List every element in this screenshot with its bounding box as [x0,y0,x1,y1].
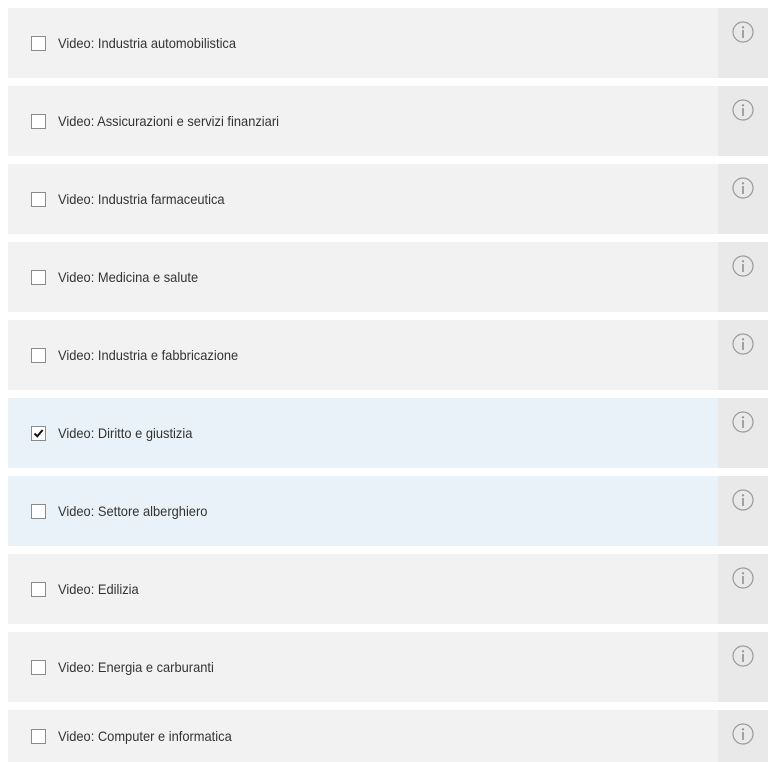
list-item-main: Video: Computer e informatica [8,710,718,762]
check-icon [33,428,44,438]
list-item-label: Video: Computer e informatica [58,728,232,744]
info-icon[interactable] [731,410,755,434]
list-item[interactable]: Video: Settore alberghiero [8,476,768,546]
list-item-main: Video: Medicina e salute [8,242,718,312]
list-item[interactable]: Video: Medicina e salute [8,242,768,312]
list-item-main: Video: Industria automobilistica [8,8,718,78]
list-item-label: Video: Industria farmaceutica [58,191,225,207]
list-item[interactable]: Video: Industria automobilistica [8,8,768,78]
checkbox[interactable] [31,191,46,207]
info-panel [718,632,768,702]
info-icon[interactable] [731,254,755,278]
checkbox[interactable] [31,728,46,744]
list-item-label: Video: Diritto e giustizia [58,425,193,441]
info-panel [718,86,768,156]
list-item-label: Video: Medicina e salute [58,269,199,285]
list-item-main: Video: Energia e carburanti [8,632,718,702]
list-item-label: Video: Edilizia [58,581,139,597]
info-panel [718,242,768,312]
list-item-main: Video: Diritto e giustizia [8,398,718,468]
list-item-label: Video: Industria e fabbricazione [58,347,239,363]
list-item-main: Video: Industria e fabbricazione [8,320,718,390]
list-item-label: Video: Assicurazioni e servizi finanziar… [58,113,279,129]
info-icon[interactable] [731,20,755,44]
info-icon[interactable] [731,722,755,746]
info-icon[interactable] [731,176,755,200]
info-panel [718,476,768,546]
checkbox[interactable] [31,113,46,129]
list-item[interactable]: Video: Assicurazioni e servizi finanziar… [8,86,768,156]
info-panel [718,554,768,624]
checkbox[interactable] [31,35,46,51]
checkbox[interactable] [31,503,46,519]
info-icon[interactable] [731,488,755,512]
info-panel [718,8,768,78]
list-item-label: Video: Energia e carburanti [58,659,214,675]
info-panel [718,320,768,390]
list-item[interactable]: Video: Diritto e giustizia [8,398,768,468]
list-item-main: Video: Industria farmaceutica [8,164,718,234]
list-item-main: Video: Assicurazioni e servizi finanziar… [8,86,718,156]
checkbox[interactable] [31,269,46,285]
checkbox[interactable] [31,425,46,441]
list-item-label: Video: Industria automobilistica [58,35,237,51]
list-item[interactable]: Video: Energia e carburanti [8,632,768,702]
info-icon[interactable] [731,98,755,122]
checkbox[interactable] [31,581,46,597]
info-icon[interactable] [731,566,755,590]
info-icon[interactable] [731,332,755,356]
list-item[interactable]: Video: Computer e informatica [8,710,768,762]
list-item-main: Video: Edilizia [8,554,718,624]
info-icon[interactable] [731,644,755,668]
info-panel [718,710,768,762]
list-item[interactable]: Video: Edilizia [8,554,768,624]
info-panel [718,164,768,234]
checkbox[interactable] [31,659,46,675]
checkbox[interactable] [31,347,46,363]
list-item[interactable]: Video: Industria farmaceutica [8,164,768,234]
list-item-main: Video: Settore alberghiero [8,476,718,546]
list-item-label: Video: Settore alberghiero [58,503,208,519]
list-item[interactable]: Video: Industria e fabbricazione [8,320,768,390]
info-panel [718,398,768,468]
